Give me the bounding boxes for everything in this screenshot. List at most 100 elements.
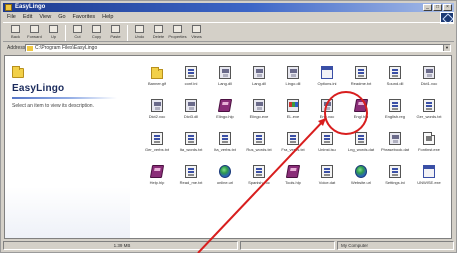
- file-name: Settings.ini: [385, 180, 405, 185]
- file-item[interactable]: Help.hlp: [142, 165, 172, 191]
- winapp-file-icon: [423, 165, 435, 178]
- file-item[interactable]: online.url: [210, 165, 240, 191]
- file-item[interactable]: Dict1.voc: [414, 66, 444, 92]
- cfg-file-icon: [219, 132, 231, 145]
- cfg-file-icon: [355, 66, 367, 79]
- minimize-button[interactable]: _: [423, 4, 432, 11]
- file-item[interactable]: Read_me.txt: [176, 165, 206, 191]
- file-name: Dict1.voc: [420, 81, 438, 86]
- chevron-down-icon[interactable]: ▼: [443, 45, 450, 51]
- file-item[interactable]: Lng_words.dat: [346, 132, 376, 158]
- file-name: Read_me.txt: [179, 180, 203, 185]
- file-item[interactable]: Ita_words.txt: [176, 132, 206, 158]
- file-item[interactable]: EL.exe: [278, 99, 308, 125]
- file-name: Lng_words.dat: [347, 147, 375, 152]
- undo-button[interactable]: Undo: [131, 23, 148, 42]
- folder-file-icon: [151, 67, 163, 79]
- file-name: Ita_verbs.txt: [214, 147, 236, 152]
- menu-help[interactable]: Help: [102, 13, 113, 21]
- file-item[interactable]: Lang.dll: [244, 66, 274, 92]
- file-item[interactable]: Fontinst.exe: [414, 132, 444, 158]
- file-item[interactable]: Spanish.voc: [244, 165, 274, 191]
- dll-file-icon: [185, 99, 197, 112]
- paste-button[interactable]: Paste: [107, 23, 124, 42]
- views-icon: [192, 25, 201, 33]
- toolbar: Back Forward Up Cut Copy Paste Undo Dele…: [3, 22, 454, 42]
- highlight-circle: [324, 91, 368, 135]
- menu-edit[interactable]: Edit: [23, 13, 32, 21]
- up-folder-icon: [49, 25, 58, 33]
- file-item[interactable]: Rus_words.txt: [244, 132, 274, 158]
- file-item[interactable]: Fra_verbs.txt: [278, 132, 308, 158]
- file-item[interactable]: Lang.dll: [210, 66, 240, 92]
- forward-button[interactable]: Forward: [26, 23, 43, 42]
- file-item[interactable]: UNWISE.exe: [414, 165, 444, 191]
- views-button[interactable]: Views: [188, 23, 205, 42]
- file-item[interactable]: Elingo.exe: [244, 99, 274, 125]
- copy-button[interactable]: Copy: [88, 23, 105, 42]
- cut-icon: [73, 25, 82, 33]
- file-item[interactable]: Lingo.dll: [278, 66, 308, 92]
- file-item[interactable]: Voice.dat: [312, 165, 342, 191]
- web-view-panel: EasyLingo Select an item to view its des…: [5, 56, 130, 238]
- dll-file-icon: [151, 99, 163, 112]
- file-item[interactable]: Banner.gif: [142, 66, 172, 92]
- file-name: Spanish.voc: [248, 180, 270, 185]
- file-item[interactable]: Tools.hlp: [278, 165, 308, 191]
- properties-button[interactable]: Properties: [168, 23, 187, 42]
- file-item[interactable]: Readme.txt: [346, 66, 376, 92]
- menu-file[interactable]: File: [7, 13, 16, 21]
- menu-favorites[interactable]: Favorites: [73, 13, 96, 21]
- file-name: Sound.dll: [386, 81, 404, 86]
- file-item[interactable]: Phrasebook.dat: [380, 132, 410, 158]
- file-item[interactable]: conf.ini: [176, 66, 206, 92]
- file-item[interactable]: Elingo.hlp: [210, 99, 240, 125]
- file-item[interactable]: Dict2.voc: [142, 99, 172, 125]
- close-button[interactable]: ×: [443, 4, 452, 11]
- file-item[interactable]: Sound.dll: [380, 66, 410, 92]
- undo-icon: [135, 25, 144, 33]
- dll-file-icon: [287, 66, 299, 79]
- menu-view[interactable]: View: [39, 13, 51, 21]
- cfg-file-icon: [253, 165, 265, 178]
- file-item[interactable]: Ita_verbs.txt: [210, 132, 240, 158]
- cut-button[interactable]: Cut: [69, 23, 86, 42]
- folder-icon: [27, 46, 33, 51]
- address-input[interactable]: C:\Program Files\EasyLingo ▼: [25, 44, 451, 52]
- cfg-file-icon: [185, 132, 197, 145]
- file-name: Help.hlp: [149, 180, 165, 185]
- up-button[interactable]: Up: [45, 23, 62, 42]
- cfg-file-icon: [321, 165, 333, 178]
- menu-go[interactable]: Go: [58, 13, 65, 21]
- book-file-icon: [217, 99, 233, 112]
- folder-content[interactable]: EasyLingo Select an item to view its des…: [4, 55, 452, 239]
- msi-file-icon: [287, 99, 299, 112]
- file-name: conf.ini: [184, 81, 198, 86]
- file-item[interactable]: Ger_verbs.txt: [142, 132, 172, 158]
- cfg-file-icon: [287, 132, 299, 145]
- file-name: Readme.txt: [350, 81, 372, 86]
- cfg-file-icon: [389, 165, 401, 178]
- file-name: Voice.dat: [318, 180, 336, 185]
- file-item[interactable]: Options.ini: [312, 66, 342, 92]
- file-item[interactable]: Uninst.isu: [312, 132, 342, 158]
- dll-file-icon: [423, 66, 435, 79]
- file-item[interactable]: English.reg: [380, 99, 410, 125]
- back-button[interactable]: Back: [7, 23, 24, 42]
- folder-description: Select an item to view its description.: [12, 103, 94, 109]
- folder-title: EasyLingo: [12, 83, 65, 94]
- title-bar[interactable]: EasyLingo _ □ ×: [3, 3, 454, 12]
- book-file-icon: [285, 165, 301, 178]
- file-item[interactable]: Ger_words.txt: [414, 99, 444, 125]
- status-zone: My Computer: [337, 241, 454, 250]
- file-item[interactable]: Settings.ini: [380, 165, 410, 191]
- status-size: 1.39 MB: [3, 241, 238, 250]
- maximize-button[interactable]: □: [433, 4, 442, 11]
- file-item[interactable]: Website.url: [346, 165, 376, 191]
- file-name: Banner.gif: [147, 81, 166, 86]
- winapp-file-icon: [321, 66, 333, 79]
- file-item[interactable]: Dict3.dll: [176, 99, 206, 125]
- file-name: Fra_verbs.txt: [281, 147, 305, 152]
- delete-button[interactable]: Delete: [150, 23, 167, 42]
- properties-icon: [173, 25, 182, 33]
